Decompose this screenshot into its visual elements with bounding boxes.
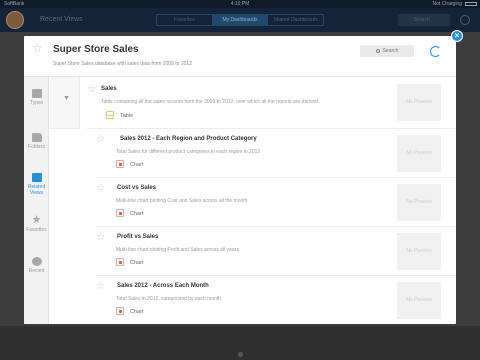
list-item[interactable]: ☆ Profit vs Sales Multi-line chart plott… xyxy=(96,227,456,276)
item-type: Chart xyxy=(130,211,144,217)
star-icon[interactable]: ☆ xyxy=(87,85,96,95)
modal-sidebar: Types Folders Related Views ★ Favorites … xyxy=(24,77,49,324)
item-description: Total Sales in 2012, categorized by each… xyxy=(116,296,222,302)
battery-icon xyxy=(465,2,477,6)
list-item[interactable]: ☆ Sales 2012 - Across Each Month Total S… xyxy=(96,276,456,324)
modal-subtitle: Super Store Sales database with sales da… xyxy=(53,61,192,67)
list-item[interactable]: ☆ Sales Table containing all the sales r… xyxy=(87,77,456,129)
item-preview: No Preview xyxy=(397,184,441,221)
item-title: Sales 2012 - Across Each Month xyxy=(117,283,209,289)
star-icon: ★ xyxy=(31,214,42,226)
item-preview: No Preview xyxy=(397,282,441,319)
folder-icon xyxy=(31,133,42,142)
item-title: Profit vs Sales xyxy=(117,234,159,240)
avatar xyxy=(6,11,24,29)
item-type: Chart xyxy=(130,162,144,168)
table-icon xyxy=(106,111,114,119)
close-icon[interactable]: × xyxy=(451,30,463,42)
sidebar-item-label: Favorites xyxy=(26,227,47,233)
chart-icon xyxy=(116,258,124,266)
item-preview: No Preview xyxy=(397,84,441,121)
modal-title: Super Store Sales xyxy=(53,44,139,55)
status-bar: SoftBank 4:10 PM Not Charging xyxy=(0,0,480,8)
clock-icon xyxy=(31,257,42,266)
related-views-modal: ☆ Super Store Sales Super Store Sales da… xyxy=(24,36,456,324)
item-type: Chart xyxy=(130,309,144,315)
chart-icon xyxy=(116,209,124,217)
segment-my-dashboards: My Dashboards xyxy=(212,15,269,25)
background-search-input: Search xyxy=(398,14,450,26)
favorite-star-icon[interactable]: ☆ xyxy=(32,42,43,54)
list-item[interactable]: ☆ Cost vs Sales Multi-line chart plottin… xyxy=(96,178,456,227)
item-title: Sales xyxy=(101,86,117,92)
sidebar-item-recent[interactable]: Recent xyxy=(24,257,49,274)
sidebar-item-types[interactable]: Types xyxy=(24,89,49,106)
item-description: Multi-line chart plotting Profit and Sal… xyxy=(116,247,241,253)
background-header: Recent Views Favorites My Dashboards Sha… xyxy=(0,8,480,32)
background-refresh-icon xyxy=(460,15,470,25)
sidebar-item-label: Related Views xyxy=(27,184,46,196)
clock-label: 4:10 PM xyxy=(230,1,250,7)
page-indicator-dot xyxy=(238,352,243,357)
star-icon[interactable]: ☆ xyxy=(96,282,105,292)
star-icon[interactable]: ☆ xyxy=(96,233,105,243)
search-icon xyxy=(375,48,380,53)
item-type: Table xyxy=(120,113,134,119)
refresh-icon[interactable] xyxy=(430,46,441,57)
collapse-arrow-icon[interactable]: ▼ xyxy=(63,95,70,102)
sidebar-item-related-views[interactable]: Related Views xyxy=(24,173,49,196)
sidebar-item-folders[interactable]: Folders xyxy=(24,133,49,150)
background-segmented-control: Favorites My Dashboards Shared Dashboard… xyxy=(156,14,324,26)
sidebar-item-label: Folders xyxy=(28,144,45,150)
list-item[interactable]: ☆ Sales 2012 - Each Region and Product C… xyxy=(96,129,456,178)
chart-icon xyxy=(116,160,124,168)
segment-favorites: Favorites xyxy=(157,15,213,25)
item-preview: No Preview xyxy=(397,233,441,270)
document-icon xyxy=(31,89,42,98)
segment-shared-dashboards: Shared Dashboards xyxy=(273,17,318,23)
item-title: Sales 2012 - Each Region and Product Cat… xyxy=(120,136,257,142)
chart-icon xyxy=(116,307,124,315)
background-title: Recent Views xyxy=(40,16,83,23)
item-description: Multi-line chart plotting Cost and Sales… xyxy=(116,198,248,204)
sidebar-item-label: Recent xyxy=(28,268,45,274)
item-title: Cost vs Sales xyxy=(117,185,157,191)
item-description: Table containing all the sales records f… xyxy=(101,99,320,105)
item-type: Chart xyxy=(130,260,144,266)
star-icon[interactable]: ☆ xyxy=(96,184,105,194)
sidebar-item-favorites[interactable]: ★ Favorites xyxy=(24,214,49,234)
modal-search-button[interactable]: Search xyxy=(360,45,414,57)
item-preview: No Preview xyxy=(397,135,441,172)
item-description: Total Sales for different product catego… xyxy=(116,149,261,155)
sidebar-item-label: Types xyxy=(29,100,44,106)
collapse-column: ▼ xyxy=(50,77,80,129)
battery-label: Not Charging xyxy=(432,1,462,7)
search-label: Search xyxy=(382,48,399,54)
star-icon[interactable]: ☆ xyxy=(96,135,105,145)
related-views-icon xyxy=(31,173,42,182)
